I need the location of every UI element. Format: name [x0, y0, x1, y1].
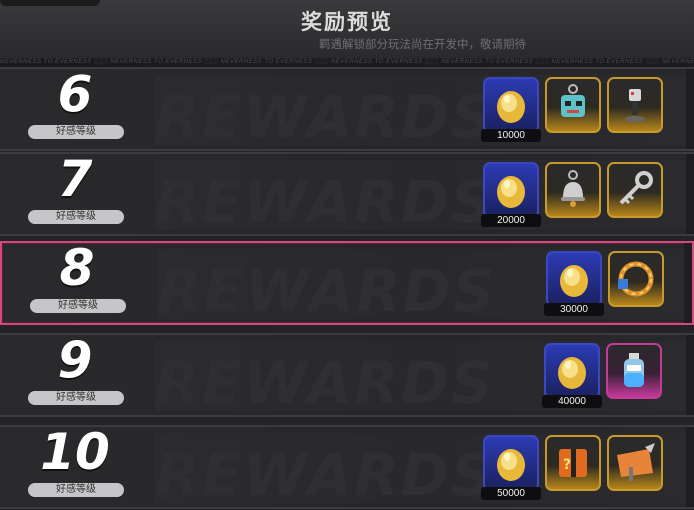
affinity-level-number: 6 [57, 67, 93, 123]
coin-egg-icon[interactable] [546, 251, 602, 307]
background-watermark: REWARDS [155, 349, 495, 417]
ring-wreath-icon[interactable] [608, 251, 664, 307]
affinity-level-label: 好感等级 [28, 125, 124, 139]
affinity-level-number: 7 [57, 152, 93, 208]
affinity-level-label: 好感等级 [28, 483, 124, 497]
silver-key-icon[interactable] [607, 162, 663, 218]
affinity-level-number: 9 [57, 333, 93, 389]
page-subtitle: 羁遇解锁部分玩法尚在开发中，敬请期待 [319, 39, 526, 51]
row-edge [686, 335, 694, 415]
reward-quantity: 50000 [481, 487, 541, 500]
coin-egg-icon[interactable] [544, 343, 600, 399]
coin-egg-icon[interactable] [483, 435, 539, 491]
coin-egg-icon[interactable] [483, 162, 539, 218]
affinity-level-number: 10 [40, 425, 110, 481]
dance-sign-icon[interactable] [607, 435, 663, 491]
background-watermark: REWARDS [157, 257, 497, 325]
background-watermark: REWARDS [155, 441, 495, 509]
ticker-text: NEVERNESS TO EVERNESS ░░░ NEVERNESS TO E… [0, 59, 694, 65]
header-bar: 奖励预览 羁遇解锁部分玩法尚在开发中，敬请期待 [0, 0, 694, 58]
reward-row-level-10: REWARDS 10 好感等级 50000 ? [0, 425, 694, 509]
affinity-level-label: 好感等级 [28, 391, 124, 405]
reward-row-level-7: REWARDS 7 好感等级 20000 [0, 152, 694, 236]
page-title: 奖励预览 [301, 11, 393, 34]
row-edge [686, 427, 694, 507]
reward-row-level-9: REWARDS 9 好感等级 40000 [0, 333, 694, 417]
coin-egg-icon[interactable] [483, 77, 539, 133]
reward-quantity: 20000 [481, 214, 541, 227]
reward-quantity: 40000 [542, 395, 602, 408]
reward-quantity: 10000 [481, 129, 541, 142]
keychain-charm-icon[interactable] [545, 77, 601, 133]
reward-quantity: 30000 [544, 303, 604, 316]
bell-charm-icon[interactable] [545, 162, 601, 218]
row-edge [684, 243, 692, 323]
reward-row-level-6: REWARDS 6 好感等级 10000 [0, 67, 694, 151]
background-watermark: REWARDS [155, 83, 495, 151]
row-edge [686, 154, 694, 234]
svg-text:?: ? [563, 457, 571, 473]
mystery-box-icon[interactable]: ? [545, 435, 601, 491]
row-edge [686, 69, 694, 149]
potion-bottle-icon[interactable] [606, 343, 662, 399]
spotlight-figure-icon[interactable] [607, 77, 663, 133]
affinity-level-label: 好感等级 [28, 210, 124, 224]
background-watermark: REWARDS [155, 168, 495, 236]
ticker-strip: NEVERNESS TO EVERNESS ░░░ NEVERNESS TO E… [0, 58, 694, 67]
affinity-level-number: 8 [59, 241, 95, 297]
reward-row-level-8: REWARDS 8 好感等级 30000 [0, 241, 694, 325]
affinity-level-label: 好感等级 [30, 299, 126, 313]
